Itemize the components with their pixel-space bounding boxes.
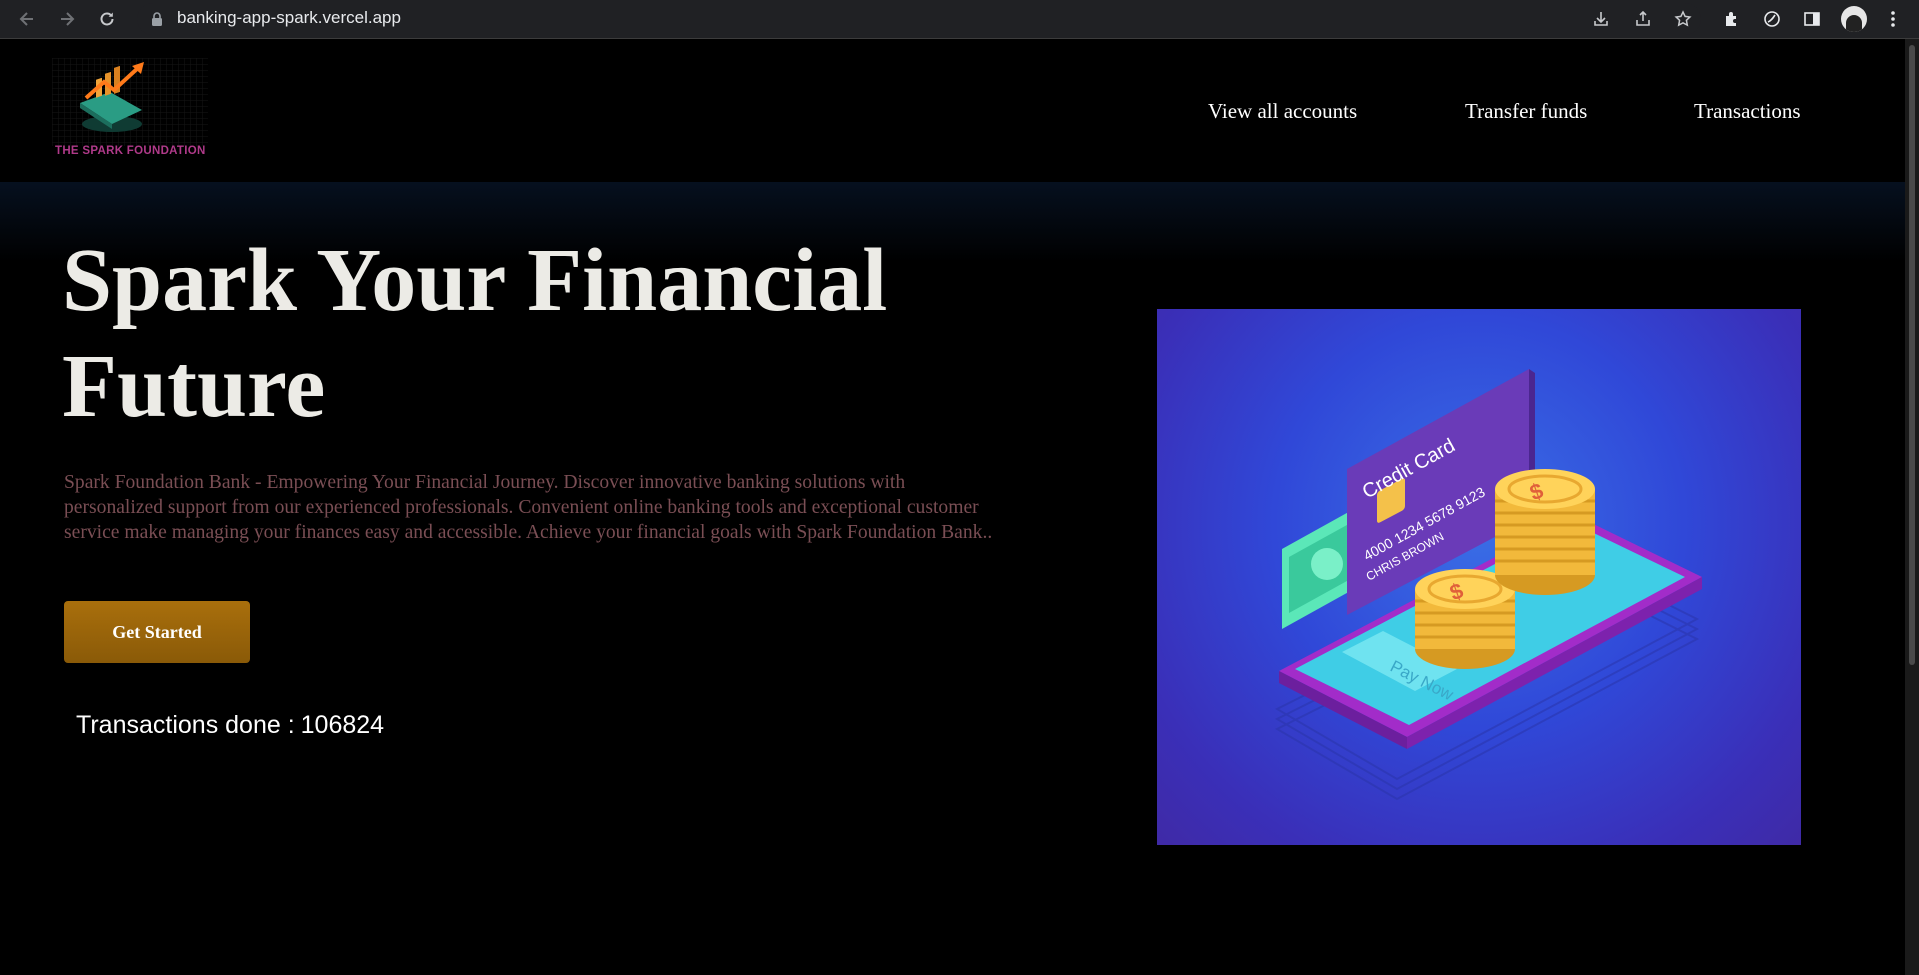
avatar[interactable] xyxy=(1841,6,1867,32)
logo[interactable] xyxy=(52,58,208,158)
browser-toolbar: banking-app-spark.vercel.app xyxy=(0,0,1919,39)
scrollbar[interactable] xyxy=(1905,39,1919,975)
hero-title-line-1: Spark Your Financial xyxy=(62,231,888,330)
hero-title-line-2: Future xyxy=(62,337,326,436)
nav-transfer-funds[interactable]: Transfer funds xyxy=(1465,99,1587,124)
more-icon[interactable] xyxy=(1882,8,1904,30)
hero-description: Spark Foundation Bank - Empowering Your … xyxy=(64,472,993,543)
reload-icon[interactable] xyxy=(94,6,120,32)
back-icon[interactable] xyxy=(14,6,40,32)
site-header: THE SPARK FOUNDATION View all accounts T… xyxy=(0,39,1905,182)
transactions-counter: Transactions done :106824 xyxy=(76,711,390,740)
forward-icon[interactable] xyxy=(54,6,80,32)
logo-text: THE SPARK FOUNDATION xyxy=(55,145,206,157)
get-started-button[interactable]: Get Started xyxy=(64,601,250,663)
transactions-counter-label: Transactions done : xyxy=(76,711,295,739)
nav-transactions[interactable]: Transactions xyxy=(1694,99,1801,124)
star-icon[interactable] xyxy=(1672,8,1694,30)
sync-icon[interactable] xyxy=(1761,8,1783,30)
scrollbar-thumb[interactable] xyxy=(1909,45,1915,665)
hero-illustration: Pay Now Credit Card 4000 1234 5678 9123 … xyxy=(1157,309,1801,845)
page: THE SPARK FOUNDATION View all accounts T… xyxy=(0,39,1905,975)
transactions-counter-value: 106824 xyxy=(300,711,385,739)
nav-view-all-accounts[interactable]: View all accounts xyxy=(1208,99,1357,124)
address-url[interactable]: banking-app-spark.vercel.app xyxy=(177,8,401,28)
hero-title: Spark Your Financial Future xyxy=(62,228,1042,440)
lock-icon xyxy=(146,8,168,30)
share-icon[interactable] xyxy=(1632,8,1654,30)
extensions-icon[interactable] xyxy=(1721,8,1743,30)
sidebar-icon[interactable] xyxy=(1801,8,1823,30)
download-icon[interactable] xyxy=(1590,8,1612,30)
